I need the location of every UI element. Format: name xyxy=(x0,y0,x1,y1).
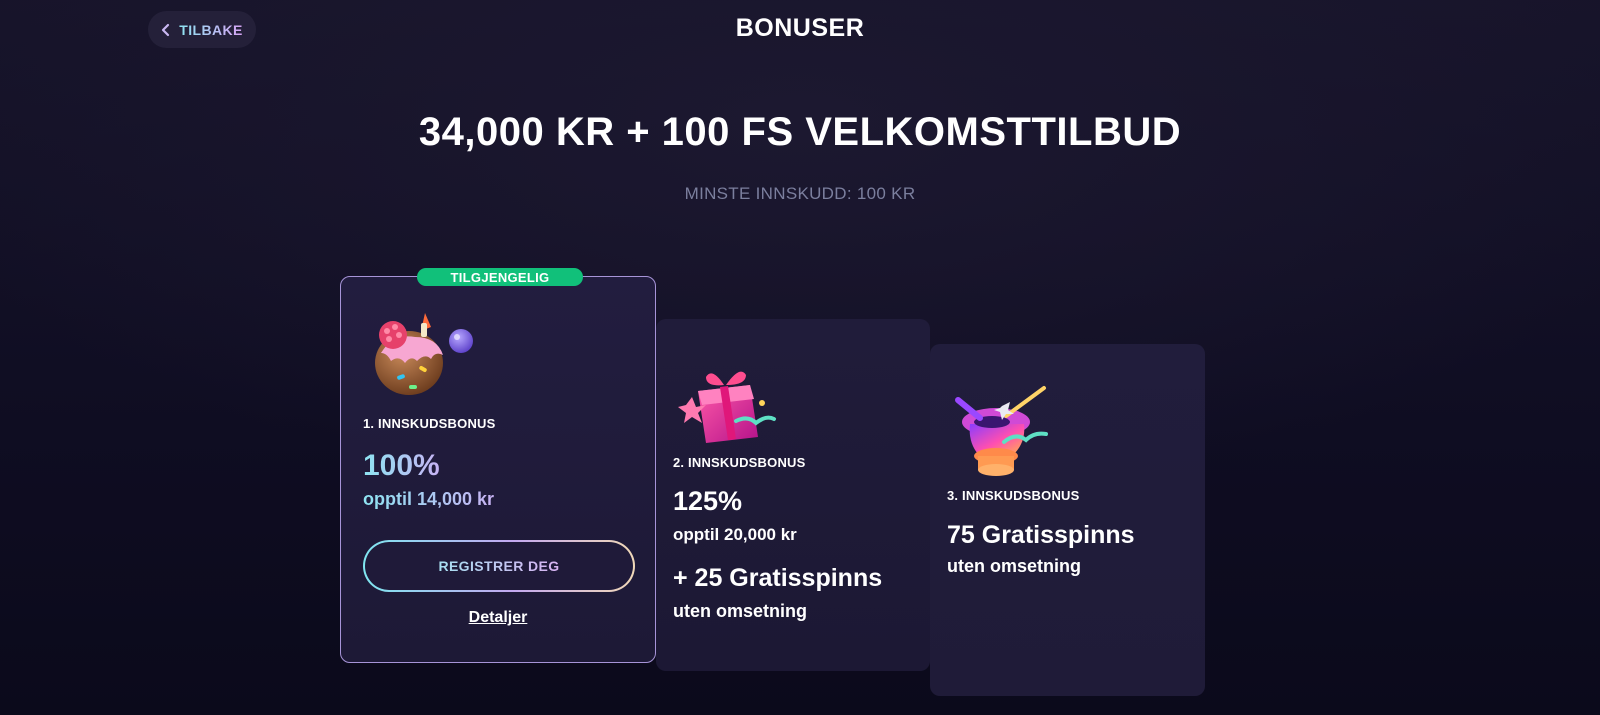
minimum-deposit-text: MINSTE INNSKUDD: 100 KR xyxy=(684,184,916,203)
bonus-card-1: TILGJENGELIG 1. INNSKUDSBONUS 100% oppti… xyxy=(340,268,656,663)
gift-icon xyxy=(678,371,776,443)
register-button-label: REGISTRER DEG xyxy=(438,558,560,574)
bonus-card-3: 3. INNSKUDSBONUS 75 Gratisspinns uten om… xyxy=(930,344,1205,696)
page-title: BONUSER xyxy=(735,14,865,42)
card-label: 3. INNSKUDSBONUS xyxy=(947,488,1080,503)
welcome-offer-title: 34,000 KR + 100 FS VELKOMSTTILBUD xyxy=(418,110,1182,154)
cake-icon xyxy=(375,313,473,395)
bonus-max-amount: opptil 14,000 kr xyxy=(363,489,495,509)
free-spins-text: + 25 Gratisspinns xyxy=(673,564,883,592)
bonus-max-amount: opptil 20,000 kr xyxy=(673,525,797,544)
details-link[interactable]: Detaljer xyxy=(341,609,655,627)
card-label: 2. INNSKUDSBONUS xyxy=(673,455,806,470)
free-spins-text: 75 Gratisspinns xyxy=(947,521,1135,549)
bonus-percent: 100% xyxy=(363,449,440,482)
register-button[interactable]: REGISTRER DEG xyxy=(363,540,635,592)
bonus-percent: 125% xyxy=(673,486,743,516)
no-wagering-text: uten omsetning xyxy=(947,556,1081,576)
card-label: 1. INNSKUDSBONUS xyxy=(363,416,496,431)
magic-hat-icon xyxy=(955,386,1048,476)
bonus-card-2: 2. INNSKUDSBONUS 125% opptil 20,000 kr +… xyxy=(656,319,930,671)
available-badge: TILGJENGELIG xyxy=(417,268,583,286)
no-wagering-text: uten omsetning xyxy=(673,601,807,621)
